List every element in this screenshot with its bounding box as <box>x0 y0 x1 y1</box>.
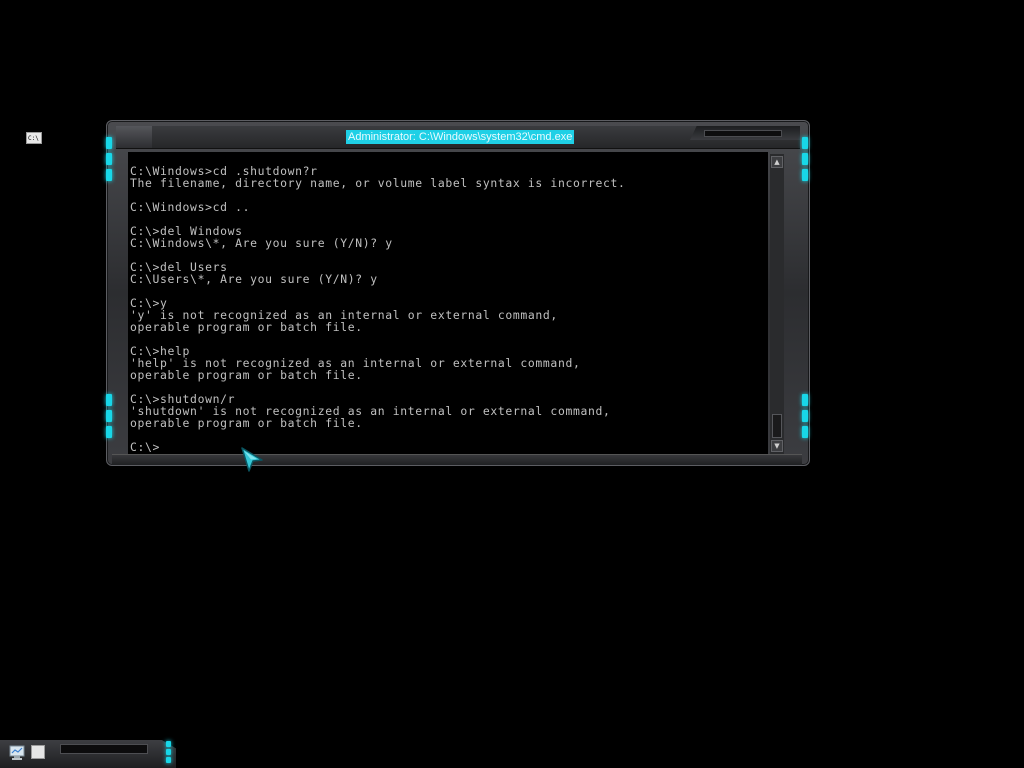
left-bottom-led-strip <box>106 394 112 442</box>
console-output-area[interactable]: C:\Windows>cd .shutdown?r The filename, … <box>128 152 768 454</box>
right-top-led-strip <box>802 137 808 185</box>
vertical-scrollbar[interactable]: ▲ ▼ <box>770 154 784 454</box>
window-bottom-border <box>112 454 802 465</box>
scroll-thumb[interactable] <box>772 414 782 438</box>
title-bar-right-cap <box>690 126 800 140</box>
left-top-led-strip <box>106 137 112 185</box>
arrow-up-icon[interactable]: ▲ <box>771 156 783 168</box>
network-monitor-icon[interactable] <box>8 745 26 761</box>
taskbar-led-strip <box>166 741 171 765</box>
console-line: C:\Windows\*, Are you sure (Y/N)? y <box>130 236 393 250</box>
mouse-cursor-icon <box>241 447 263 472</box>
console-line: operable program or batch file. <box>130 416 363 430</box>
console-text: C:\Windows>cd .shutdown?r The filename, … <box>128 152 768 453</box>
taskbar-slot <box>60 744 148 754</box>
title-bar-left-cap <box>116 126 152 148</box>
console-line: The filename, directory name, or volume … <box>130 176 626 190</box>
console-line: C:\> <box>130 440 161 454</box>
console-line: operable program or batch file. <box>130 320 363 334</box>
arrow-down-icon[interactable]: ▼ <box>771 440 783 452</box>
console-line: operable program or batch file. <box>130 368 363 382</box>
console-line: C:\Windows>cd .. <box>130 200 251 214</box>
cmd-icon[interactable]: C:\ <box>26 132 42 144</box>
console-line: C:\Users\*, Are you sure (Y/N)? y <box>130 272 378 286</box>
window-title: Administrator: C:\Windows\system32\cmd.e… <box>346 130 575 144</box>
taskbar <box>0 740 176 768</box>
window-icon[interactable] <box>31 745 45 759</box>
right-bottom-led-strip <box>802 394 808 442</box>
desktop: C:\ Administrator: C:\Windows\system32\c… <box>0 0 1024 768</box>
